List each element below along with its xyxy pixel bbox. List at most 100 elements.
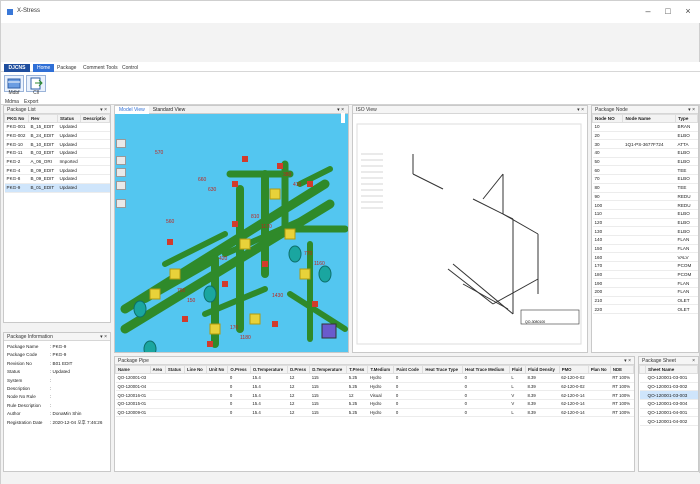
3d-viewport[interactable]: 5706301170116015011804105604201430115066… bbox=[115, 114, 348, 352]
minimize-icon[interactable]: – bbox=[641, 5, 655, 17]
table-row[interactable]: 30 1Q1-PS-3677F724 ATTA bbox=[592, 139, 698, 150]
table-row[interactable]: PKG-002 B_24_EDIT Updated bbox=[4, 131, 110, 141]
column-header[interactable]: Fluid bbox=[508, 365, 526, 374]
table-row[interactable]: 90 REDU bbox=[592, 192, 698, 202]
column-header[interactable]: O.Temperature bbox=[249, 365, 289, 374]
column-header[interactable]: Paint Code bbox=[393, 365, 424, 374]
table-row[interactable]: PKG-10 B_10_EDIT Updated bbox=[4, 139, 110, 150]
person-icon[interactable] bbox=[116, 156, 126, 165]
table-row[interactable]: PKG-11 B_03_EDIT Updated bbox=[4, 148, 110, 158]
table-row[interactable]: 120 ELBO bbox=[592, 218, 698, 228]
table-row[interactable]: 40 ELBO bbox=[592, 148, 698, 158]
table-row[interactable]: QO-120001-04-001 bbox=[639, 408, 698, 418]
table-row[interactable]: 130 ELBO bbox=[592, 226, 698, 236]
package-sheet-panel: Package Sheet × Sheet Name QO-120001-03-0… bbox=[638, 356, 699, 472]
iso-drawing[interactable]: QO-3080100 bbox=[353, 114, 587, 352]
column-header[interactable]: Status bbox=[57, 114, 82, 123]
close-icon[interactable]: ▾ × bbox=[100, 333, 107, 341]
table-row[interactable]: 20 ELBO bbox=[592, 131, 698, 141]
table-row[interactable]: PKG-2 A_06_ORI Imported bbox=[4, 157, 110, 167]
column-header[interactable]: D.Press bbox=[287, 365, 311, 374]
table-row[interactable]: PKG-8 B_09_EDIT Updated bbox=[4, 174, 110, 184]
column-header[interactable]: Heat Trace Type bbox=[422, 365, 464, 374]
table-row[interactable]: QO-120001-03-002 bbox=[639, 382, 698, 392]
tab-comment-tools[interactable]: Comment Tools bbox=[79, 64, 122, 72]
tab-model-view[interactable]: Model View bbox=[115, 106, 149, 114]
column-header[interactable]: PKG No bbox=[4, 114, 29, 123]
node-label: 420 bbox=[219, 256, 228, 262]
table-row[interactable]: QO-120016-01 0 15.4 12 115 12 Visual 0 0 V 8.39 62-… bbox=[115, 390, 634, 401]
table-row[interactable]: 210 OLET bbox=[592, 296, 698, 306]
column-header[interactable]: T.Medium bbox=[367, 365, 395, 374]
column-header[interactable]: Node NO bbox=[592, 114, 624, 123]
table-row[interactable]: PKG-9 B_01_EDIT Updated bbox=[4, 183, 110, 193]
table-row[interactable]: 170 PCOM bbox=[592, 261, 698, 271]
table-row[interactable]: QO-120001-04-002 bbox=[639, 416, 698, 427]
column-header[interactable]: Line No bbox=[184, 365, 207, 374]
table-row[interactable]: QO-120009-01 0 15.4 12 115 5.25 Hydro 0 0 L 8.39 62… bbox=[115, 408, 634, 418]
info-row: Node No Rule: bbox=[4, 393, 110, 401]
column-header[interactable]: Plan No bbox=[587, 365, 611, 374]
table-row[interactable]: 160 VALV bbox=[592, 252, 698, 262]
table-row[interactable]: 10 BRAN bbox=[592, 122, 698, 132]
close-icon[interactable]: × bbox=[681, 5, 695, 17]
maximize-icon[interactable]: □ bbox=[661, 5, 675, 17]
column-header[interactable]: T.Press bbox=[346, 365, 369, 374]
table-row[interactable]: 190 FLAN bbox=[592, 278, 698, 289]
info-value: : bbox=[50, 385, 52, 391]
table-row[interactable]: 60 TEE bbox=[592, 165, 698, 176]
column-header[interactable]: O.Press bbox=[227, 365, 251, 374]
table-row[interactable]: 200 FLAN bbox=[592, 287, 698, 297]
column-header[interactable]: Heat Trace Medium bbox=[462, 365, 510, 374]
close-icon[interactable]: ▾ × bbox=[688, 106, 695, 114]
table-row[interactable]: 50 ELBO bbox=[592, 157, 698, 167]
person-icon[interactable] bbox=[116, 168, 126, 177]
table-cell: 120 bbox=[592, 218, 623, 228]
table-row[interactable]: QO-120001-03-001 bbox=[639, 373, 698, 383]
column-header[interactable]: Rev bbox=[27, 114, 59, 123]
tab-control[interactable]: Control bbox=[118, 64, 142, 72]
column-header[interactable]: Type bbox=[675, 114, 698, 123]
table-row[interactable]: QO-120001-03-003 bbox=[639, 390, 698, 401]
column-header[interactable]: Unit No bbox=[205, 365, 229, 374]
column-header[interactable]: Status bbox=[164, 365, 186, 374]
table-row[interactable]: QO-120001-03-004 bbox=[639, 399, 698, 409]
column-header[interactable]: Area bbox=[149, 365, 166, 374]
table-row[interactable]: PKG-4 B_09_EDIT Updated bbox=[4, 165, 110, 176]
column-header[interactable]: PMO bbox=[558, 365, 589, 374]
table-row[interactable]: 80 TEE bbox=[592, 183, 698, 193]
table-row[interactable]: QO-120001-03 0 15.4 12 115 5.25 Hydro 0 0 L 8.39 62… bbox=[115, 373, 634, 383]
close-icon[interactable]: ▾ × bbox=[624, 357, 631, 365]
package-list-table: PKG No Rev Status Descriptio PKG-001 B_15… bbox=[4, 114, 110, 193]
table-row[interactable]: 140 FLAN bbox=[592, 235, 698, 245]
column-header[interactable]: Descriptio bbox=[80, 114, 110, 123]
tab-standard-view[interactable]: Standard View bbox=[149, 106, 189, 114]
column-header[interactable]: Node Name bbox=[622, 114, 677, 123]
column-header[interactable]: Sheet Name bbox=[645, 365, 698, 374]
table-row[interactable]: PKG-001 B_15_EDIT Updated bbox=[4, 122, 110, 132]
column-header[interactable]: NDE bbox=[609, 365, 634, 374]
flange bbox=[209, 323, 221, 335]
table-row[interactable]: QO-120015-01 0 15.4 12 115 5.25 Hydro 0 0 V 8.39 62… bbox=[115, 399, 634, 409]
table-cell: 210 bbox=[592, 296, 623, 306]
close-icon[interactable]: × bbox=[692, 357, 695, 365]
table-row[interactable]: 180 PCOM bbox=[592, 270, 698, 280]
table-row[interactable]: QO-120001-04 0 15.4 12 115 5.25 Hydro 0 0 L 8.39 62… bbox=[115, 382, 634, 392]
close-icon[interactable]: ▾ × bbox=[100, 106, 107, 114]
column-header[interactable]: Name bbox=[115, 365, 151, 374]
table-cell: B_09_EDIT bbox=[28, 165, 58, 176]
table-row[interactable]: 110 ELBO bbox=[592, 209, 698, 219]
table-row[interactable]: 220 OLET bbox=[592, 304, 698, 315]
zoom-icon[interactable] bbox=[116, 139, 126, 148]
table-row[interactable]: 100 REDU bbox=[592, 200, 698, 210]
close-icon[interactable]: ▾ × bbox=[577, 106, 584, 114]
scrollbar[interactable] bbox=[341, 113, 345, 123]
column-header[interactable]: Fluid Density bbox=[524, 365, 560, 374]
tab-home[interactable]: Home bbox=[33, 64, 55, 72]
column-header[interactable]: D.Temperature bbox=[309, 365, 348, 374]
tab-package[interactable]: Package bbox=[53, 64, 80, 72]
table-row[interactable]: 70 ELBO bbox=[592, 174, 698, 184]
person-icon[interactable] bbox=[116, 181, 126, 190]
table-row[interactable]: 150 FLAN bbox=[592, 244, 698, 254]
camera-icon[interactable] bbox=[116, 199, 126, 208]
